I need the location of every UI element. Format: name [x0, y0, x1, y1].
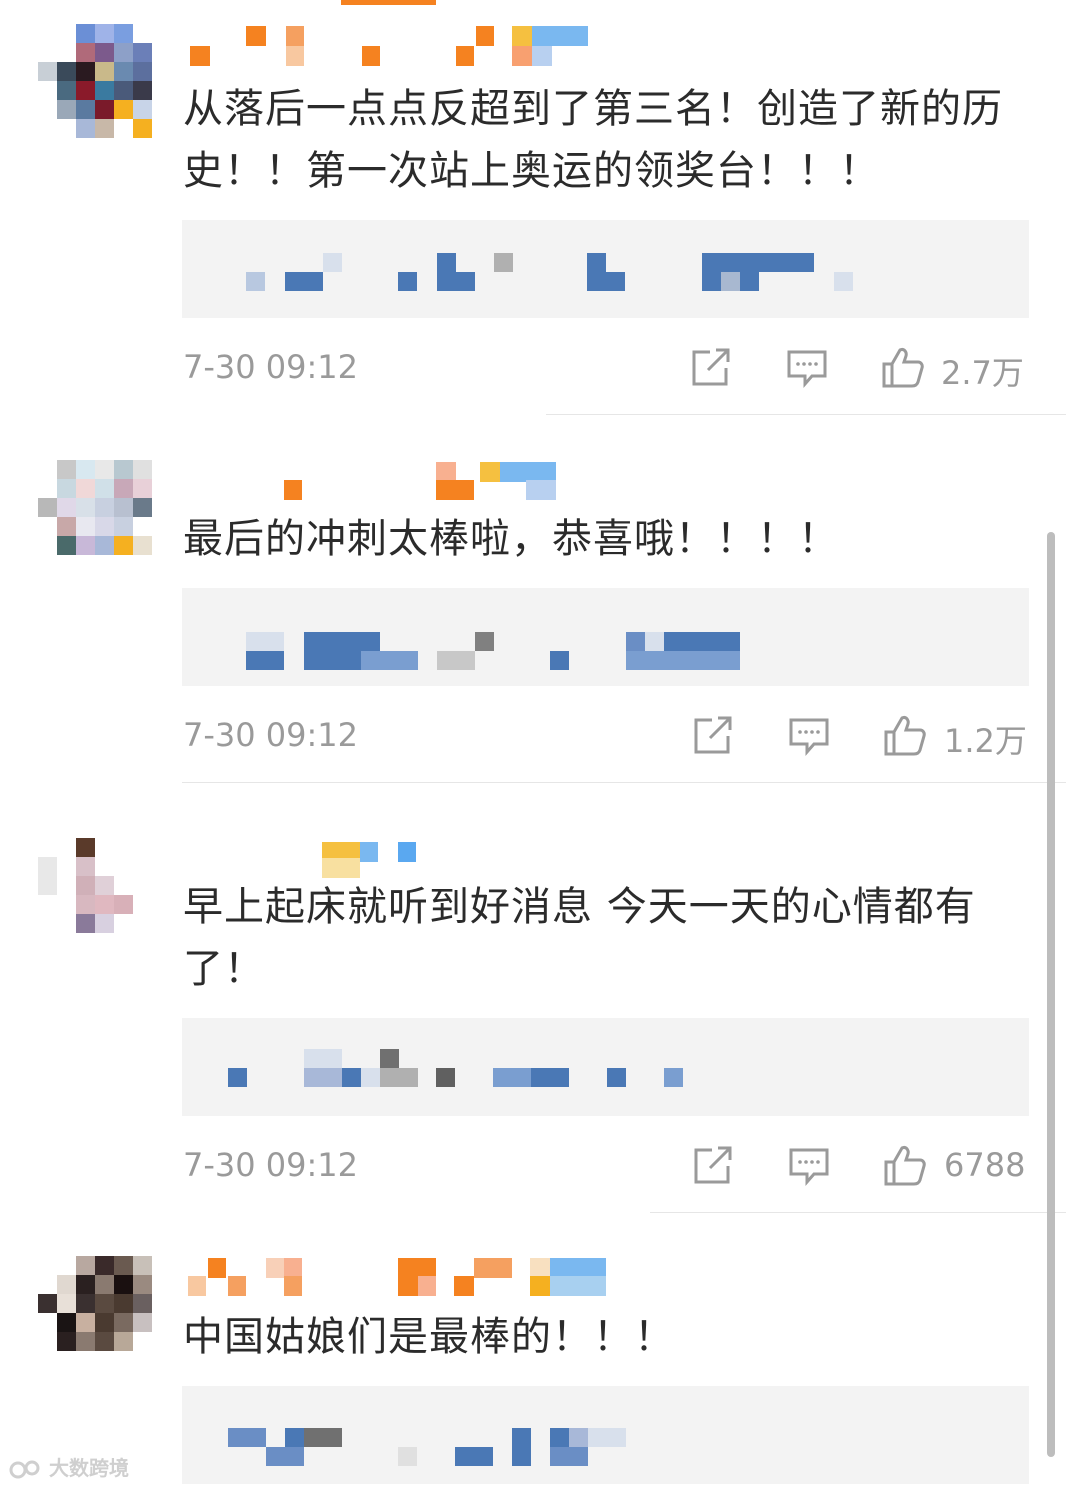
- like-count: 2.7万: [941, 354, 1024, 392]
- avatar[interactable]: [38, 24, 152, 138]
- comment-icon[interactable]: [784, 344, 830, 390]
- divider: [546, 414, 1066, 415]
- quoted-reply[interactable]: [182, 1386, 1029, 1484]
- share-icon[interactable]: [690, 712, 736, 758]
- comment-icon[interactable]: [786, 1142, 832, 1188]
- share-icon[interactable]: [690, 1142, 736, 1188]
- timestamp: 7-30 09:12: [183, 1146, 359, 1184]
- thumbs-up-icon[interactable]: [882, 712, 928, 758]
- share-icon[interactable]: [688, 344, 734, 390]
- quoted-reply[interactable]: [182, 588, 1029, 686]
- comment-icon[interactable]: [786, 712, 832, 758]
- comment-text: 从落后一点点反超到了第三名！创造了新的历史！！第一次站上奥运的领奖台！！！: [183, 86, 1003, 194]
- quoted-reply[interactable]: [182, 220, 1029, 318]
- avatar[interactable]: [38, 460, 152, 574]
- timestamp: 7-30 09:12: [183, 348, 359, 386]
- comment-text: 早上起床就听到好消息 今天一天的心情都有了！: [183, 884, 976, 992]
- watermark: 大数跨境: [8, 1452, 129, 1481]
- active-tab-indicator: [341, 0, 436, 5]
- watermark-logo-icon: [9, 1460, 40, 1478]
- comment-text: 最后的冲刺太棒啦，恭喜哦！！！！: [183, 516, 839, 562]
- divider: [182, 782, 1066, 783]
- comment-text: 中国姑娘们是最棒的！！！: [183, 1314, 675, 1360]
- thumbs-up-icon[interactable]: [880, 344, 926, 390]
- scrollbar[interactable]: [1047, 532, 1055, 1457]
- watermark-text: 大数跨境: [48, 1456, 129, 1480]
- timestamp: 7-30 09:12: [183, 716, 359, 754]
- thumbs-up-icon[interactable]: [882, 1142, 928, 1188]
- divider: [650, 1212, 1066, 1213]
- like-count: 1.2万: [944, 722, 1027, 760]
- avatar[interactable]: [38, 1256, 152, 1370]
- avatar[interactable]: [38, 838, 152, 952]
- comment-meta: 7-30 09:12 6788: [0, 1142, 1066, 1192]
- comment-meta: 7-30 09:12 2.7万: [0, 344, 1066, 394]
- like-count: 6788: [944, 1146, 1026, 1184]
- comment-meta: 7-30 09:12 1.2万: [0, 712, 1066, 762]
- quoted-reply[interactable]: [182, 1018, 1029, 1116]
